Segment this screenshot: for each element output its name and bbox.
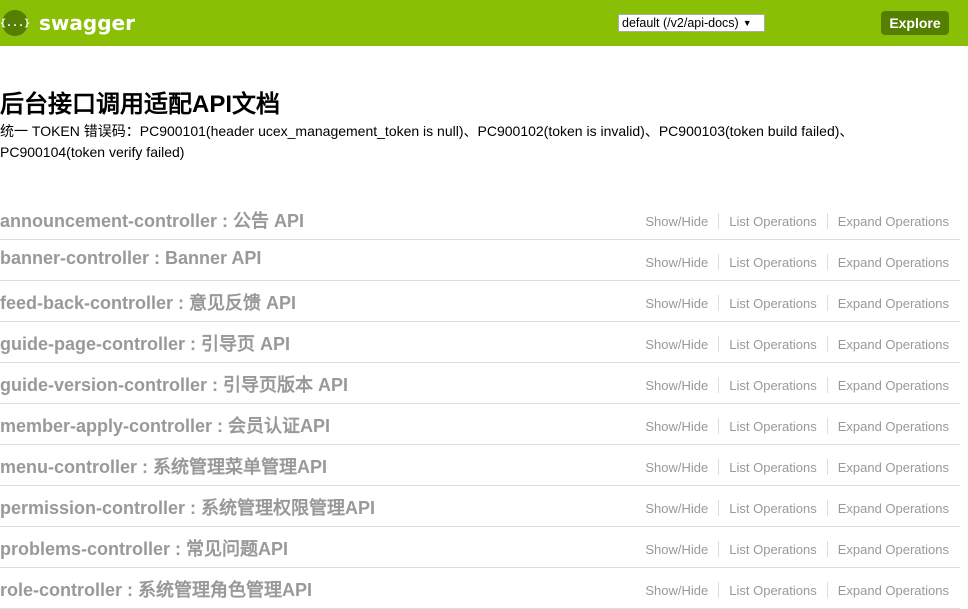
resource-title-link[interactable]: menu-controller : 系统管理菜单管理API (0, 453, 327, 479)
show-hide-link[interactable]: Show/Hide (645, 583, 708, 598)
resource-operations: Show/Hide List Operations Expand Operation… (645, 295, 949, 311)
page-title: 后台接口调用适配API文档 (0, 91, 281, 118)
resource-title-link[interactable]: permission-controller : 系统管理权限管理API (0, 494, 375, 520)
separator (826, 582, 828, 598)
separator (718, 541, 720, 557)
separator (718, 254, 720, 270)
list-operations-link[interactable]: List Operations (729, 337, 816, 352)
separator (826, 500, 828, 516)
logo-text: swagger (39, 11, 135, 35)
expand-operations-link[interactable]: Expand Operations (838, 378, 949, 393)
list-operations-link[interactable]: List Operations (729, 583, 816, 598)
resource-title-link[interactable]: announcement-controller : 公告 API (0, 207, 304, 233)
resource-row: guide-page-controller : 引导页 API Show/Hide… (0, 322, 960, 363)
list-operations-link[interactable]: List Operations (729, 542, 816, 557)
separator (826, 459, 828, 475)
resource-row: permission-controller : 系统管理权限管理API Show/… (0, 486, 960, 527)
resource-operations: Show/Hide List Operations Expand Operation… (645, 582, 949, 598)
list-operations-link[interactable]: List Operations (729, 460, 816, 475)
separator (718, 418, 720, 434)
show-hide-link[interactable]: Show/Hide (645, 460, 708, 475)
resource-operations: Show/Hide List Operations Expand Operation… (645, 459, 949, 475)
expand-operations-link[interactable]: Expand Operations (838, 296, 949, 311)
resource-title-link[interactable]: guide-version-controller : 引导页版本 API (0, 371, 348, 397)
resource-row: member-apply-controller : 会员认证API Show/Hi… (0, 404, 960, 445)
expand-operations-link[interactable]: Expand Operations (838, 214, 949, 229)
separator (718, 500, 720, 516)
expand-operations-link[interactable]: Expand Operations (838, 460, 949, 475)
resource-row: guide-version-controller : 引导页版本 API Show… (0, 363, 960, 404)
show-hide-link[interactable]: Show/Hide (645, 501, 708, 516)
show-hide-link[interactable]: Show/Hide (645, 296, 708, 311)
resource-title-link[interactable]: banner-controller : Banner API (0, 248, 261, 269)
resource-title-link[interactable]: role-controller : 系统管理角色管理API (0, 576, 312, 602)
resource-list: announcement-controller : 公告 API Show/Hid… (0, 199, 960, 609)
expand-operations-link[interactable]: Expand Operations (838, 337, 949, 352)
braces-icon: {...} (0, 10, 30, 36)
resource-row: banner-controller : Banner API Show/Hide L… (0, 240, 960, 281)
show-hide-link[interactable]: Show/Hide (645, 542, 708, 557)
separator (826, 295, 828, 311)
resource-operations: Show/Hide List Operations Expand Operation… (645, 213, 949, 229)
list-operations-link[interactable]: List Operations (729, 419, 816, 434)
list-operations-link[interactable]: List Operations (729, 378, 816, 393)
resource-title-link[interactable]: member-apply-controller : 会员认证API (0, 412, 330, 438)
list-operations-link[interactable]: List Operations (729, 296, 816, 311)
show-hide-link[interactable]: Show/Hide (645, 214, 708, 229)
resource-row: role-controller : 系统管理角色管理API Show/Hide Li… (0, 568, 960, 609)
resource-operations: Show/Hide List Operations Expand Operation… (645, 418, 949, 434)
separator (826, 541, 828, 557)
resource-title-link[interactable]: problems-controller : 常见问题API (0, 535, 288, 561)
swagger-logo[interactable]: {...} swagger (0, 10, 135, 36)
top-bar: {...} swagger default (/v2/api-docs) ▼ E… (0, 0, 968, 46)
separator (718, 295, 720, 311)
api-description: 统一 TOKEN 错误码：PC900101(header ucex_manage… (0, 123, 854, 160)
separator (718, 336, 720, 352)
expand-operations-link[interactable]: Expand Operations (838, 255, 949, 270)
separator (826, 377, 828, 393)
separator (826, 336, 828, 352)
resource-operations: Show/Hide List Operations Expand Operation… (645, 500, 949, 516)
separator (826, 254, 828, 270)
show-hide-link[interactable]: Show/Hide (645, 419, 708, 434)
list-operations-link[interactable]: List Operations (729, 501, 816, 516)
list-operations-link[interactable]: List Operations (729, 214, 816, 229)
api-selector-value: default (/v2/api-docs) (622, 16, 739, 30)
resource-title-link[interactable]: feed-back-controller : 意见反馈 API (0, 289, 296, 315)
resource-operations: Show/Hide List Operations Expand Operation… (645, 377, 949, 393)
separator (826, 213, 828, 229)
show-hide-link[interactable]: Show/Hide (645, 255, 708, 270)
expand-operations-link[interactable]: Expand Operations (838, 501, 949, 516)
dropdown-arrow-icon: ▼ (742, 18, 752, 28)
resource-operations: Show/Hide List Operations Expand Operation… (645, 541, 949, 557)
resource-row: announcement-controller : 公告 API Show/Hid… (0, 199, 960, 240)
resource-operations: Show/Hide List Operations Expand Operation… (645, 336, 949, 352)
expand-operations-link[interactable]: Expand Operations (838, 542, 949, 557)
separator (718, 213, 720, 229)
expand-operations-link[interactable]: Expand Operations (838, 419, 949, 434)
show-hide-link[interactable]: Show/Hide (645, 337, 708, 352)
separator (718, 582, 720, 598)
resource-row: problems-controller : 常见问题API Show/Hide Li… (0, 527, 960, 568)
explore-button[interactable]: Explore (881, 11, 949, 35)
separator (826, 418, 828, 434)
resource-title-link[interactable]: guide-page-controller : 引导页 API (0, 330, 290, 356)
resource-row: feed-back-controller : 意见反馈 API Show/Hide… (0, 281, 960, 322)
resource-row: menu-controller : 系统管理菜单管理API Show/Hide Li… (0, 445, 960, 486)
resource-operations: Show/Hide List Operations Expand Operation… (645, 254, 949, 270)
api-selector-dropdown[interactable]: default (/v2/api-docs) ▼ (618, 14, 765, 32)
show-hide-link[interactable]: Show/Hide (645, 378, 708, 393)
separator (718, 459, 720, 475)
list-operations-link[interactable]: List Operations (729, 255, 816, 270)
separator (718, 377, 720, 393)
expand-operations-link[interactable]: Expand Operations (838, 583, 949, 598)
